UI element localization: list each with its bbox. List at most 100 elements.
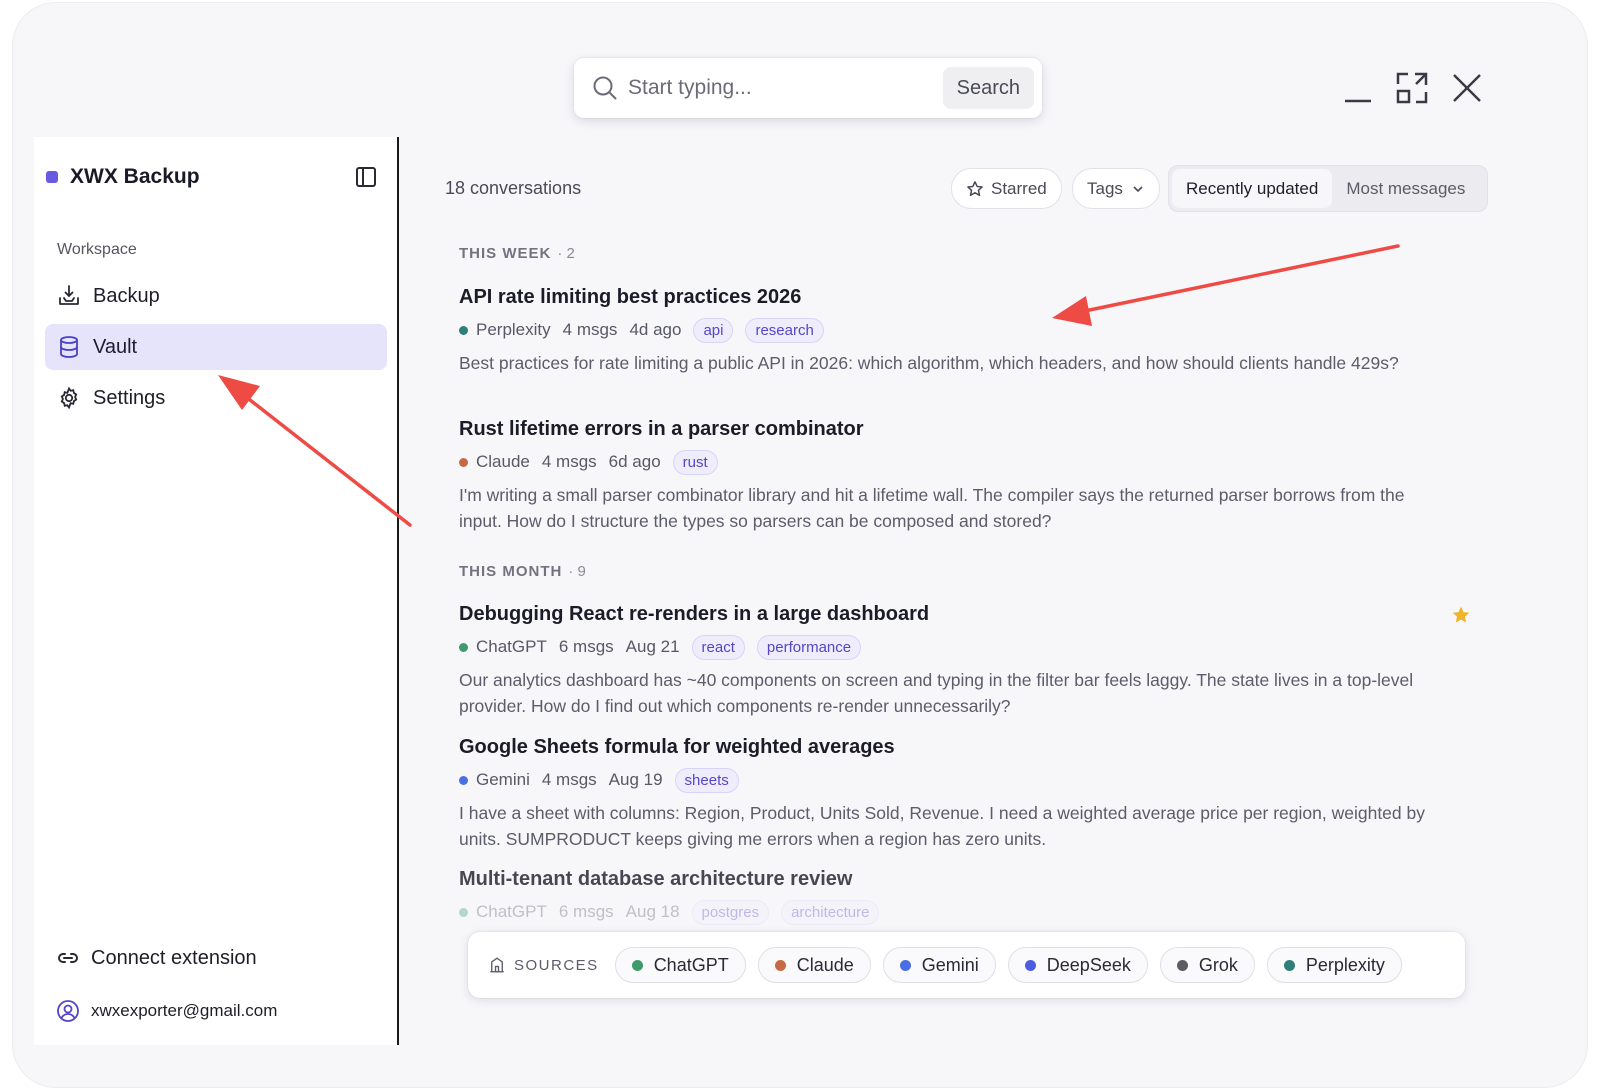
starred-filter-button[interactable]: Starred bbox=[951, 168, 1062, 209]
search-icon bbox=[593, 76, 617, 100]
sort-most-messages[interactable]: Most messages bbox=[1332, 169, 1479, 208]
conversation-meta: ChatGPT 6 msgs Aug 21 react performance bbox=[459, 634, 1469, 660]
source-chip-claude[interactable]: Claude bbox=[757, 947, 871, 983]
source-chip-chatgpt[interactable]: ChatGPT bbox=[614, 947, 746, 983]
link-icon bbox=[56, 946, 80, 970]
conversation-msgs: 6 msgs bbox=[558, 637, 614, 656]
sidebar-item-backup[interactable]: Backup bbox=[45, 273, 387, 319]
source-chip-label: Gemini bbox=[921, 954, 979, 975]
conversation-msgs: 4 msgs bbox=[541, 452, 597, 471]
section-label-workspace: Workspace bbox=[57, 241, 137, 258]
minimize-icon bbox=[1345, 99, 1371, 103]
search-bar: Search bbox=[574, 58, 1042, 118]
conversation-snippet: I'm writing a small parser combinator li… bbox=[459, 485, 1405, 531]
sidebar: XWX Backup Workspace Backup Vault Settin… bbox=[34, 137, 399, 1045]
source-chip-label: ChatGPT bbox=[653, 954, 729, 975]
source-dot bbox=[1024, 959, 1036, 971]
tag-badge[interactable]: api bbox=[693, 317, 734, 343]
conversation-snippet: Best practices for rate limiting a publi… bbox=[459, 353, 1399, 373]
source-chip-grok[interactable]: Grok bbox=[1159, 947, 1255, 983]
conversation-item[interactable]: Multi-tenant database architecture revie… bbox=[459, 867, 1469, 925]
sidebar-item-label: Vault bbox=[93, 335, 138, 358]
conversation-source: ChatGPT bbox=[476, 637, 547, 656]
source-dot bbox=[631, 959, 643, 971]
tag-badge[interactable]: react bbox=[691, 634, 745, 660]
conversation-snippet: I have a sheet with columns: Region, Pro… bbox=[459, 803, 1425, 849]
sidebar-toggle-button[interactable] bbox=[354, 165, 378, 194]
conversation-date: 4d ago bbox=[629, 320, 682, 339]
conversation-source: Perplexity bbox=[476, 320, 551, 339]
sources-label-text: SOURCES bbox=[514, 956, 599, 974]
sources-label: SOURCES bbox=[488, 956, 599, 974]
source-chip-label: Grok bbox=[1198, 954, 1238, 975]
sidebar-item-label: Backup bbox=[93, 284, 160, 307]
group-header-this-month: THIS MONTH · 9 bbox=[459, 563, 586, 580]
source-dot bbox=[1283, 959, 1295, 971]
conversation-source: ChatGPT bbox=[476, 902, 547, 921]
conversation-date: Aug 21 bbox=[625, 637, 680, 656]
source-dot bbox=[459, 642, 468, 652]
source-dot bbox=[459, 325, 468, 335]
close-button[interactable] bbox=[1447, 68, 1487, 108]
source-chip-gemini[interactable]: Gemini bbox=[882, 947, 996, 983]
connect-extension-link[interactable]: Connect extension bbox=[56, 946, 257, 970]
conversation-msgs: 6 msgs bbox=[558, 902, 614, 921]
conversation-item[interactable]: Google Sheets formula for weighted avera… bbox=[459, 735, 1469, 852]
conversation-date: 6d ago bbox=[608, 452, 661, 471]
sort-recently-updated[interactable]: Recently updated bbox=[1172, 169, 1333, 208]
source-chip-label: Claude bbox=[796, 954, 854, 975]
search-input[interactable] bbox=[628, 76, 943, 100]
conversation-source: Gemini bbox=[476, 770, 530, 789]
conversation-meta: Perplexity 4 msgs 4d ago api research bbox=[459, 317, 1469, 343]
source-chip-label: DeepSeek bbox=[1046, 954, 1131, 975]
conversation-source: Claude bbox=[476, 452, 530, 471]
tag-badge[interactable]: sheets bbox=[674, 767, 739, 793]
user-icon bbox=[56, 999, 80, 1023]
group-header-this-week: THIS WEEK · 2 bbox=[459, 245, 575, 262]
group-title: THIS MONTH bbox=[459, 563, 563, 580]
sidebar-item-settings[interactable]: Settings bbox=[45, 375, 387, 421]
account-item[interactable]: xwxexporter@gmail.com bbox=[56, 999, 277, 1023]
conversation-title: Multi-tenant database architecture revie… bbox=[459, 868, 853, 890]
group-count: · 9 bbox=[568, 563, 586, 580]
conversation-title: Google Sheets formula for weighted avera… bbox=[459, 736, 895, 758]
maximize-button[interactable] bbox=[1392, 68, 1432, 108]
conversation-title: API rate limiting best practices 2026 bbox=[459, 286, 802, 308]
source-chip-deepseek[interactable]: DeepSeek bbox=[1007, 947, 1148, 983]
conversation-meta: ChatGPT 6 msgs Aug 18 postgres architect… bbox=[459, 899, 1469, 925]
conversation-count: 18 conversations bbox=[445, 178, 582, 198]
tag-badge[interactable]: rust bbox=[672, 449, 718, 475]
chevron-down-icon bbox=[1133, 185, 1143, 192]
star-filled-icon bbox=[1452, 606, 1470, 623]
sidebar-item-vault[interactable]: Vault bbox=[45, 324, 387, 370]
tag-badge[interactable]: postgres bbox=[691, 899, 770, 925]
minimize-button[interactable] bbox=[1338, 68, 1378, 108]
tags-filter-button[interactable]: Tags bbox=[1072, 168, 1160, 209]
conversation-title: Rust lifetime errors in a parser combina… bbox=[459, 418, 864, 440]
brand-name: XWX Backup bbox=[70, 165, 200, 188]
tags-filter-label: Tags bbox=[1087, 178, 1123, 198]
backup-icon bbox=[57, 284, 81, 308]
brand-logo bbox=[46, 171, 58, 183]
conversation-msgs: 4 msgs bbox=[562, 320, 618, 339]
conversation-snippet: Our analytics dashboard has ~40 componen… bbox=[459, 670, 1414, 716]
tag-badge[interactable]: research bbox=[745, 317, 824, 343]
tag-badge[interactable]: architecture bbox=[781, 899, 880, 925]
conversation-date: Aug 19 bbox=[608, 770, 663, 789]
conversation-meta: Gemini 4 msgs Aug 19 sheets bbox=[459, 767, 1469, 793]
sources-bar: SOURCES ChatGPT Claude Gemini DeepSeek G… bbox=[468, 932, 1465, 998]
sidebar-toggle-icon bbox=[356, 167, 376, 187]
starred-toggle[interactable] bbox=[1451, 605, 1471, 630]
conversation-item[interactable]: API rate limiting best practices 2026 Pe… bbox=[459, 285, 1469, 376]
conversation-item[interactable]: Debugging React re-renders in a large da… bbox=[459, 602, 1469, 719]
conversation-title: Debugging React re-renders in a large da… bbox=[459, 603, 930, 625]
account-email: xwxexporter@gmail.com bbox=[91, 1001, 278, 1020]
conversation-meta: Claude 4 msgs 6d ago rust bbox=[459, 449, 1469, 475]
source-chip-label: Perplexity bbox=[1305, 954, 1385, 975]
conversation-item[interactable]: Rust lifetime errors in a parser combina… bbox=[459, 417, 1469, 534]
source-chip-perplexity[interactable]: Perplexity bbox=[1266, 947, 1402, 983]
source-dot bbox=[459, 775, 468, 785]
source-dot bbox=[459, 457, 468, 467]
tag-badge[interactable]: performance bbox=[756, 634, 862, 660]
search-button[interactable]: Search bbox=[942, 67, 1034, 109]
